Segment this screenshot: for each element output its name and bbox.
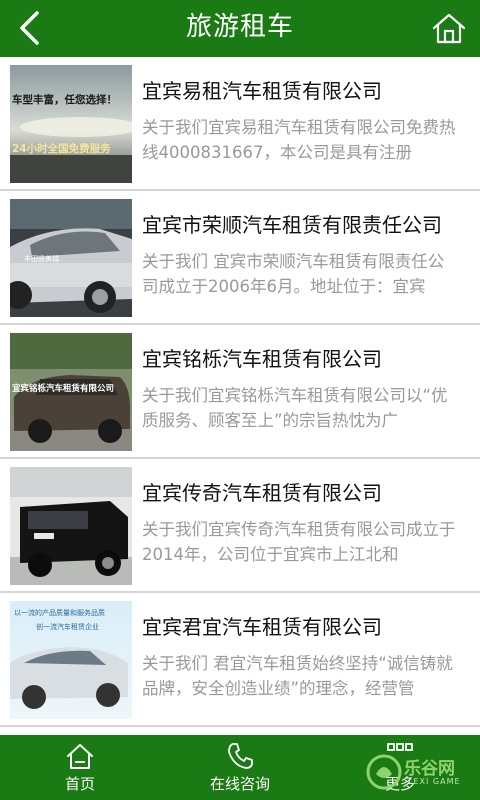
home-icon xyxy=(432,13,466,44)
thumb-caption: 车型丰富，任您选择！ xyxy=(12,93,117,106)
thumb-caption: 丰田凯美瑞 xyxy=(24,254,59,263)
thumb-caption: 创一流汽车租赁企业 xyxy=(36,622,99,631)
company-description: 关于我们宜宾易租汽车租赁有限公司免费热线4000831667，本公司是具有注册 xyxy=(142,118,456,162)
list-item[interactable]: 宜宾铭栎汽车租赁有限公司 宜宾铭栎汽车租赁有限公司 关于我们宜宾铭栎汽车租赁有限… xyxy=(0,325,480,459)
company-name: 宜宾易租汽车租赁有限公司 xyxy=(142,79,382,103)
home-button[interactable] xyxy=(428,8,470,48)
list-item[interactable]: 以一流的产品质量和服务品质 创一流汽车租赁企业 宜宾君宜汽车租赁有限公司 关于我… xyxy=(0,593,480,727)
watermark-subtext: LEXI GAME xyxy=(408,777,461,786)
company-thumbnail: 丰田凯美瑞 xyxy=(10,199,132,317)
company-list: 车型丰富，任您选择！ 24小时全国免费服务 宜宾易租汽车租赁有限公司 关于我们宜… xyxy=(0,57,480,735)
page-title: 旅游租车 xyxy=(185,12,294,42)
company-name: 宜宾君宜汽车租赁有限公司 xyxy=(142,615,382,639)
company-name: 宜宾铭栎汽车租赁有限公司 xyxy=(142,347,382,371)
company-thumbnail: 车型丰富，任您选择！ 24小时全国免费服务 xyxy=(10,65,132,183)
site-watermark: 乐谷网 LEXI GAME xyxy=(364,750,474,796)
list-item[interactable]: 丰田凯美瑞 宜宾市荣顺汽车租赁有限责任公司 关于我们 宜宾市荣顺汽车租赁有限责任… xyxy=(0,191,480,325)
company-description: 关于我们 君宜汽车租赁始终坚持“诚信铸就品牌，安全创造业绩”的理念，经营管 xyxy=(142,654,453,698)
tab-home[interactable]: 首页 xyxy=(0,735,160,800)
home-icon xyxy=(67,744,93,769)
thumb-caption: 24小时全国免费服务 xyxy=(12,142,111,155)
company-name: 宜宾传奇汽车租赁有限公司 xyxy=(142,481,382,505)
company-description: 关于我们 宜宾市荣顺汽车租赁有限责任公司成立于2006年6月。地址位于：宜宾 xyxy=(142,252,445,296)
thumb-caption: 以一流的产品质量和服务品质 xyxy=(14,608,105,617)
company-thumbnail: 宜宾铭栎汽车租赁有限公司 xyxy=(10,333,132,451)
phone-icon xyxy=(228,743,253,769)
tab-online-consult[interactable]: 在线咨询 xyxy=(160,735,320,800)
top-bar: 旅游租车 xyxy=(0,0,480,57)
watermark-logo-icon xyxy=(366,754,402,790)
company-description: 关于我们宜宾铭栎汽车租赁有限公司以“优质服务、顾客至上”的宗旨热忱为广 xyxy=(142,386,448,430)
tab-home-label: 首页 xyxy=(64,775,95,793)
company-name: 宜宾市荣顺汽车租赁有限责任公司 xyxy=(142,213,442,237)
watermark-text: 乐谷网 xyxy=(404,759,455,779)
company-thumbnail: 以一流的产品质量和服务品质 创一流汽车租赁企业 xyxy=(10,601,132,719)
list-item[interactable]: 车型丰富，任您选择！ 24小时全国免费服务 宜宾易租汽车租赁有限公司 关于我们宜… xyxy=(0,57,480,191)
thumb-caption: 宜宾铭栎汽车租赁有限公司 xyxy=(12,383,114,394)
company-thumbnail xyxy=(10,467,132,585)
list-item[interactable]: 宜宾传奇汽车租赁有限公司 关于我们宜宾传奇汽车租赁有限公司成立于2014年，公司… xyxy=(0,459,480,593)
tab-consult-label: 在线咨询 xyxy=(209,775,270,793)
company-description: 关于我们宜宾传奇汽车租赁有限公司成立于2014年，公司位于宜宾市上江北和 xyxy=(142,520,456,564)
